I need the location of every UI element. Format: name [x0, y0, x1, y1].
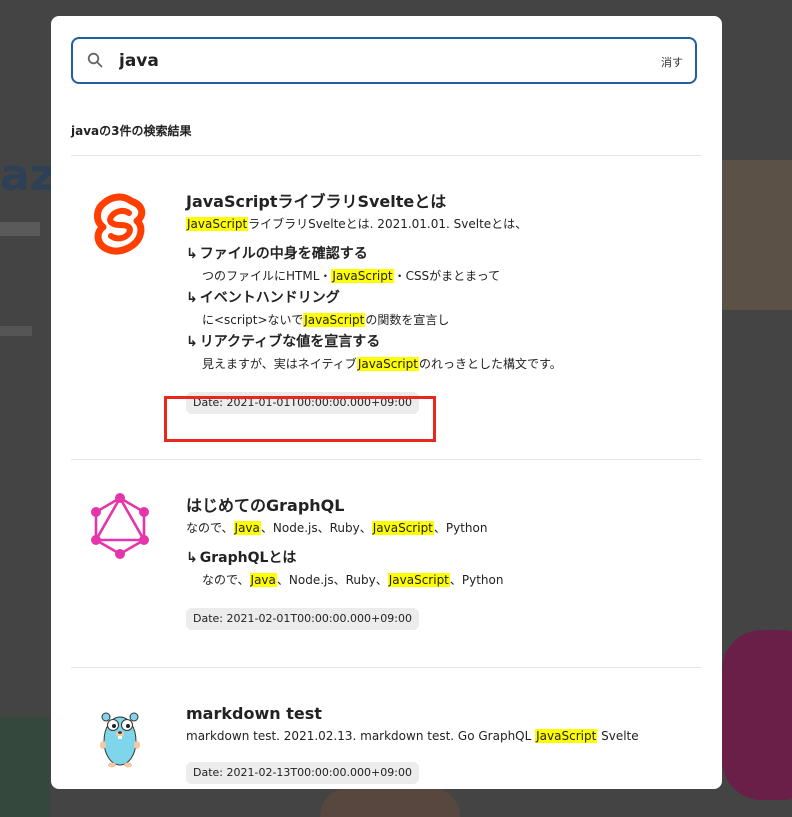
result-section-excerpt: つのファイルにHTML・JavaScript・CSSがまとまって	[202, 267, 706, 285]
graphql-logo-icon	[91, 493, 149, 559]
svelte-logo-icon	[94, 193, 146, 255]
result-section-title[interactable]: ↳ イベントハンドリング	[186, 288, 706, 308]
highlight: JavaScript	[331, 269, 394, 283]
search-icon	[87, 52, 103, 68]
excerpt-text: に<script>ないで	[202, 313, 304, 327]
search-box[interactable]: 消す	[71, 37, 697, 84]
clear-button[interactable]: 消す	[661, 54, 683, 70]
excerpt-text: Svelte	[597, 729, 639, 743]
highlight: JavaScript	[186, 217, 249, 231]
result-excerpt: なので、Java、Node.js、Ruby、JavaScript、Python	[186, 519, 706, 537]
result-title[interactable]: markdown test	[186, 703, 706, 725]
result-title[interactable]: はじめてのGraphQL	[186, 495, 706, 517]
result-section-excerpt: 見えますが、実はネイティブJavaScriptのれっきとした構文です。	[202, 355, 706, 373]
highlight: JavaScript	[371, 521, 434, 535]
background-text-line	[0, 222, 40, 236]
excerpt-text: markdown test. 2021.02.13. markdown test…	[186, 729, 536, 743]
result-excerpt: markdown test. 2021.02.13. markdown test…	[186, 727, 706, 745]
annotation-highlight-box	[164, 396, 436, 442]
section-title-text: リアクティブな値を宣言する	[199, 334, 381, 350]
excerpt-text: ライブラリSvelteとは. 2021.01.01. Svelteとは、	[248, 217, 528, 231]
highlight: JavaScript	[356, 357, 419, 371]
excerpt-text: 、Python	[433, 521, 488, 535]
divider	[71, 155, 701, 156]
background-graphic	[0, 717, 50, 817]
divider	[71, 459, 701, 460]
excerpt-text: のれっきとした構文です。	[418, 357, 562, 371]
search-input[interactable]	[117, 50, 601, 72]
excerpt-text: 、Python	[449, 573, 504, 587]
result-section-excerpt: なので、Java、Node.js、Ruby、JavaScript、Python	[202, 571, 706, 589]
background-text-line	[0, 326, 32, 336]
excerpt-text: 、Node.js、Ruby、	[276, 573, 388, 587]
section-title-text: GraphQLとは	[199, 550, 297, 566]
excerpt-text: ・CSSがまとまって	[393, 269, 501, 283]
highlight: JavaScript	[387, 573, 450, 587]
excerpt-text: の関数を宣言し	[365, 313, 450, 327]
divider	[71, 667, 701, 668]
section-title-text: ファイルの中身を確認する	[199, 246, 368, 262]
result-excerpt: JavaScriptライブラリSvelteとは. 2021.01.01. Sve…	[186, 215, 706, 233]
excerpt-text: なので、	[202, 573, 250, 587]
search-modal: 消す javaの3件の検索結果 JavaScriptライブラリSvelteとは …	[51, 16, 722, 789]
result-section-title[interactable]: ↳ リアクティブな値を宣言する	[186, 332, 706, 352]
background-graphic	[722, 630, 792, 800]
return-arrow-icon: ↳	[186, 290, 198, 306]
excerpt-text: 見えますが、実はネイティブ	[202, 357, 357, 371]
result-section-title[interactable]: ↳ GraphQLとは	[186, 548, 706, 568]
gopher-icon	[100, 712, 140, 768]
highlight: Java	[249, 573, 277, 587]
excerpt-text: つのファイルにHTML・	[202, 269, 332, 283]
result-title[interactable]: JavaScriptライブラリSvelteとは	[186, 191, 706, 213]
result-count: javaの3件の検索結果	[71, 124, 192, 138]
background-graphic	[320, 787, 460, 817]
return-arrow-icon: ↳	[186, 246, 198, 262]
date-badge: Date: 2021-02-01T00:00:00.000+09:00	[186, 608, 419, 630]
highlight: JavaScript	[303, 313, 366, 327]
section-title-text: イベントハンドリング	[199, 290, 340, 306]
date-badge: Date: 2021-02-13T00:00:00.000+09:00	[186, 762, 419, 784]
highlight: Java	[233, 521, 261, 535]
background-logo: az	[0, 150, 56, 201]
return-arrow-icon: ↳	[186, 550, 198, 566]
background-image	[722, 160, 792, 310]
highlight: JavaScript	[535, 729, 598, 743]
return-arrow-icon: ↳	[186, 334, 198, 350]
excerpt-text: なので、	[186, 521, 234, 535]
result-section-title[interactable]: ↳ ファイルの中身を確認する	[186, 244, 706, 264]
result-section-excerpt: に<script>ないでJavaScriptの関数を宣言し	[202, 311, 706, 329]
excerpt-text: 、Node.js、Ruby、	[260, 521, 372, 535]
